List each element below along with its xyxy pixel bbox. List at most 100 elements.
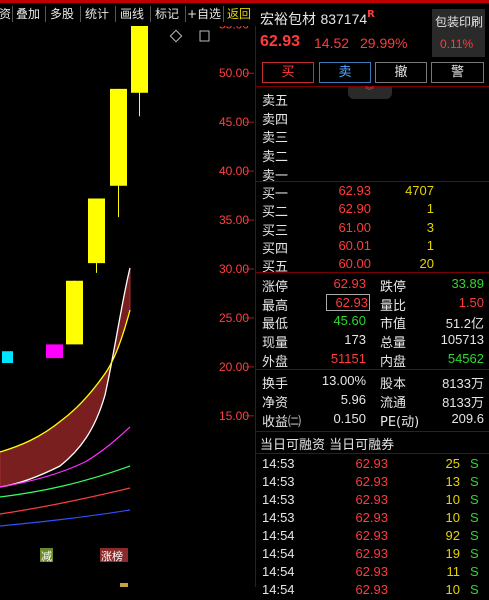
- stat-label: 换手: [262, 377, 289, 392]
- candle[interactable]: [46, 344, 63, 359]
- reduce-badge-label: 减: [41, 550, 52, 563]
- tick-volume: 25: [445, 456, 460, 471]
- sector-name: 包装印刷: [435, 15, 484, 29]
- alert-button[interactable]: 警: [431, 62, 484, 83]
- window-icon[interactable]: [199, 30, 210, 42]
- tick-row[interactable]: 14:53 62.93 25 S: [256, 456, 489, 474]
- sector-box[interactable]: 包装印刷 0.11%: [432, 9, 485, 57]
- axis-tick-label: 55.00: [219, 26, 249, 31]
- candle[interactable]: [88, 198, 105, 273]
- toolbar-mark-button[interactable]: 标记: [152, 4, 182, 24]
- tick-time: 14:53: [262, 510, 295, 525]
- tick-volume: 11: [446, 564, 461, 579]
- stock-code: 837174: [320, 11, 368, 27]
- toolbar-multi-stock-button[interactable]: 多股: [47, 4, 77, 24]
- stat-label: PE(动): [380, 415, 420, 430]
- level-price: 60.00: [338, 256, 371, 272]
- tick-volume: 19: [445, 546, 460, 561]
- bid-level[interactable]: 买二 62.90 1: [256, 201, 489, 220]
- candle[interactable]: [66, 280, 83, 345]
- price-change: 14.52: [314, 35, 350, 51]
- tick-row[interactable]: 14:54 62.93 10 S: [256, 582, 489, 600]
- stat-value: 0.150: [333, 411, 366, 426]
- stat-row: 外盘 51151 内盘 54562: [256, 351, 489, 370]
- toolbar-statistics-button[interactable]: 统计: [82, 4, 112, 24]
- tick-price: 62.93: [355, 510, 388, 525]
- divider: [256, 453, 489, 454]
- toolbar-add-watchlist-button[interactable]: +自选: [186, 4, 222, 24]
- level-volume: 4707: [405, 183, 434, 198]
- level-price: 61.00: [338, 219, 371, 235]
- cancel-order-button[interactable]: 撤: [375, 62, 427, 83]
- stat-value: 8133万: [442, 395, 484, 410]
- tick-volume: 10: [445, 582, 460, 597]
- toolbar-divider: [150, 6, 151, 22]
- stat-label: 外盘: [262, 354, 289, 370]
- toolbar-back-button[interactable]: 返回: [225, 4, 253, 24]
- axis-tick-label: 50.00: [219, 66, 249, 80]
- sell-button[interactable]: 卖: [319, 62, 371, 83]
- tick-row[interactable]: 14:54 62.93 19 S: [256, 546, 489, 564]
- tick-side: S: [470, 546, 479, 561]
- ma-line-60: [0, 509, 131, 527]
- axis-tick-label: 25.00: [219, 311, 249, 325]
- tick-price: 62.93: [355, 546, 388, 561]
- sector-change-pct: 0.11%: [440, 37, 474, 51]
- ask-level[interactable]: 卖四: [256, 109, 489, 128]
- tick-row[interactable]: 14:53 62.93 13 S: [256, 474, 489, 492]
- tick-time: 14:54: [262, 528, 295, 543]
- candle-body: [2, 351, 13, 363]
- tick-row[interactable]: 14:53 62.93 10 S: [256, 492, 489, 510]
- tick-row[interactable]: 14:54 62.93 92 S: [256, 528, 489, 546]
- divider: [256, 431, 489, 432]
- candle[interactable]: [2, 351, 13, 363]
- stat-label: 流通: [380, 396, 407, 411]
- candle-body: [66, 280, 83, 345]
- tick-side: S: [470, 510, 479, 525]
- stat-label: 内盘: [380, 354, 407, 370]
- stat-value: 62.93: [326, 293, 370, 311]
- diamond-icon[interactable]: [169, 29, 183, 43]
- level-volume: 3: [426, 219, 434, 235]
- toolbar-overlay-button[interactable]: 叠加: [13, 4, 43, 24]
- candlestick-chart[interactable]: 60.0055.0050.0045.0040.0035.0030.0025.00…: [0, 26, 254, 587]
- toolbar-draw-line-button[interactable]: 画线: [117, 4, 147, 24]
- tick-time: 14:53: [262, 492, 295, 507]
- ask-level[interactable]: 卖五: [256, 90, 489, 109]
- divider: [256, 181, 489, 182]
- tick-time: 14:54: [262, 564, 295, 579]
- stat-label: 总量: [380, 336, 407, 352]
- tick-side: S: [470, 456, 479, 471]
- stat-value: 13.00%: [321, 373, 366, 388]
- margin-header[interactable]: 当日可融资 当日可融券: [260, 434, 394, 453]
- buy-button[interactable]: 买: [262, 62, 314, 83]
- tick-row[interactable]: 14:54 62.93 11 S: [256, 564, 489, 582]
- stat-value: 209.6: [451, 411, 484, 426]
- bid-level[interactable]: 买三 61.00 3: [256, 219, 489, 239]
- stat-value: 173: [344, 332, 366, 348]
- divider: [256, 272, 489, 273]
- ma-band: [0, 267, 131, 488]
- ask-level[interactable]: 卖三: [256, 127, 489, 146]
- candle-body: [110, 88, 127, 186]
- tick-price: 62.93: [355, 492, 388, 507]
- tick-side: S: [470, 564, 479, 579]
- axis-tick-label: 35.00: [219, 213, 249, 227]
- candle-body: [88, 198, 105, 264]
- stock-flag: R: [367, 9, 375, 20]
- toolbar-divider: [45, 6, 46, 22]
- tick-row[interactable]: 14:53 62.93 10 S: [256, 510, 489, 528]
- stat-value: 1.50: [458, 294, 484, 310]
- stat-label: 净资: [262, 396, 289, 411]
- candle[interactable]: [131, 26, 148, 117]
- toolbar-item-zi[interactable]: 资: [0, 4, 12, 24]
- candle[interactable]: [110, 88, 127, 218]
- axis-tick-label: 45.00: [219, 115, 249, 129]
- bid-level[interactable]: 买四 60.01 1: [256, 238, 489, 257]
- tick-price: 62.93: [355, 528, 388, 543]
- level-label: 买四: [262, 241, 289, 257]
- ask-level[interactable]: 卖二: [256, 146, 489, 165]
- bid-level[interactable]: 买一 62.93 4707: [256, 183, 489, 202]
- stat-label: 最高: [262, 298, 289, 314]
- stock-name: 宏裕包材: [260, 12, 316, 28]
